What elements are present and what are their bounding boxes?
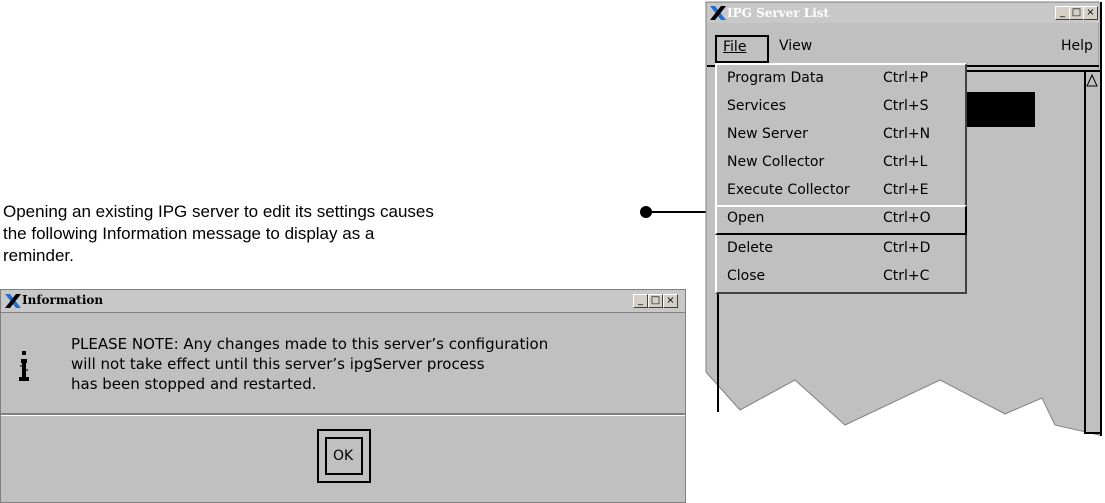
menu-item-label: New Collector xyxy=(727,154,825,170)
menu-item-label: Program Data xyxy=(727,70,824,86)
minimize-icon: _ xyxy=(638,295,643,306)
x-logo-icon xyxy=(5,294,21,308)
close-icon: × xyxy=(666,295,675,306)
server-list-window: IPG Server List _ □ × File View Help Pro… xyxy=(705,0,1105,503)
file-dropdown-menu: Program Data Ctrl+P Services Ctrl+S New … xyxy=(715,63,967,294)
message-line-1: PLEASE NOTE: Any changes made to this se… xyxy=(71,335,549,353)
information-title: Information xyxy=(22,293,104,307)
menu-item-label: Execute Collector xyxy=(727,182,850,198)
ok-button[interactable]: OK xyxy=(325,437,363,475)
minimize-button[interactable]: _ xyxy=(1055,6,1070,20)
server-list-title: IPG Server List xyxy=(727,6,830,20)
menu-item-accel: Ctrl+O xyxy=(883,210,931,226)
menu-item-label: Close xyxy=(727,268,766,284)
info-icon xyxy=(19,351,29,381)
menu-item-accel: Ctrl+E xyxy=(883,182,929,198)
annotation-line-3: reminder. xyxy=(3,246,74,265)
close-icon: × xyxy=(1086,7,1095,18)
ok-button-label: OK xyxy=(333,448,354,464)
menu-file[interactable]: File xyxy=(715,35,769,63)
menu-item-program-data[interactable]: Program Data Ctrl+P xyxy=(717,65,963,93)
menu-item-accel: Ctrl+C xyxy=(883,268,930,284)
scroll-up-arrow-icon xyxy=(1086,74,1098,87)
message-line-2: will not take effect until this server’s… xyxy=(71,355,485,373)
annotation-line-1: Opening an existing IPG server to edit i… xyxy=(3,202,434,221)
annotation-text: Opening an existing IPG server to edit i… xyxy=(3,201,434,267)
menu-view[interactable]: View xyxy=(779,38,812,54)
maximize-icon: □ xyxy=(1071,7,1082,18)
maximize-button[interactable]: □ xyxy=(1069,6,1084,20)
message-line-3: has been stopped and restarted. xyxy=(71,375,317,393)
annotation-line-2: the following Information message to dis… xyxy=(3,224,375,243)
close-button[interactable]: × xyxy=(1083,6,1098,20)
menu-item-accel: Ctrl+D xyxy=(883,240,931,256)
menu-item-accel: Ctrl+P xyxy=(883,70,929,86)
minimize-icon: _ xyxy=(1060,7,1065,18)
dialog-separator xyxy=(1,413,685,416)
menu-item-label: Services xyxy=(727,98,787,114)
menu-item-execute-collector[interactable]: Execute Collector Ctrl+E xyxy=(717,177,963,205)
x-logo-icon xyxy=(710,6,726,20)
menu-item-new-collector[interactable]: New Collector Ctrl+L xyxy=(717,149,963,177)
close-button[interactable]: × xyxy=(663,294,678,308)
menu-item-accel: Ctrl+L xyxy=(883,154,928,170)
information-titlebar[interactable]: Information _ □ × xyxy=(1,290,685,313)
maximize-button[interactable]: □ xyxy=(648,294,663,308)
menu-item-label: Delete xyxy=(727,240,773,256)
menu-file-label: File xyxy=(723,39,747,55)
menu-item-accel: Ctrl+N xyxy=(883,126,931,142)
menu-item-label: Open xyxy=(727,210,765,226)
server-list-titlebar[interactable]: IPG Server List _ □ × xyxy=(707,3,1099,23)
menu-item-close[interactable]: Close Ctrl+C xyxy=(717,263,963,291)
maximize-icon: □ xyxy=(650,295,661,306)
menu-item-open[interactable]: Open Ctrl+O xyxy=(715,205,967,235)
menu-item-label: New Server xyxy=(727,126,808,142)
menu-item-new-server[interactable]: New Server Ctrl+N xyxy=(717,121,963,149)
menu-item-delete[interactable]: Delete Ctrl+D xyxy=(717,235,963,263)
information-message: PLEASE NOTE: Any changes made to this se… xyxy=(71,334,548,394)
menubar: File View Help xyxy=(707,31,1099,67)
vertical-scrollbar[interactable] xyxy=(1084,70,1102,434)
selected-list-row[interactable] xyxy=(963,92,1035,127)
ok-button-frame: OK xyxy=(317,429,371,483)
minimize-button[interactable]: _ xyxy=(633,294,648,308)
menu-help[interactable]: Help xyxy=(1061,38,1093,54)
information-dialog: Information _ □ × PLEASE NOTE: Any chang… xyxy=(0,289,686,503)
menu-item-accel: Ctrl+S xyxy=(883,98,929,114)
menu-item-services[interactable]: Services Ctrl+S xyxy=(717,93,963,121)
